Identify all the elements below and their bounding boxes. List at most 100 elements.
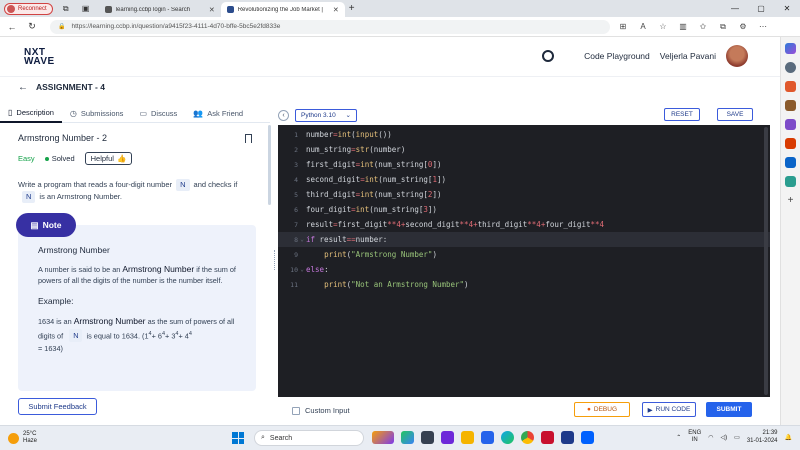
wifi-icon[interactable]: ◠: [708, 434, 713, 441]
collections-icon[interactable]: ⧉: [718, 22, 728, 32]
file-explorer-icon[interactable]: [461, 431, 474, 444]
panel-resize-handle[interactable]: [274, 250, 276, 270]
tab-discuss[interactable]: ▭ Discuss: [131, 105, 185, 123]
maximize-icon[interactable]: ▢: [748, 0, 774, 17]
description-scrollbar[interactable]: [268, 125, 271, 205]
dropbox-icon[interactable]: [581, 431, 594, 444]
notifications-icon[interactable]: 🔔: [785, 434, 792, 441]
task-view-icon[interactable]: [421, 431, 434, 444]
avatar[interactable]: [726, 45, 748, 67]
search-sidebar-icon[interactable]: [785, 62, 796, 73]
extensions-icon[interactable]: ⚙: [738, 22, 748, 32]
lens-icon[interactable]: [561, 431, 574, 444]
shopping-icon[interactable]: [785, 81, 796, 92]
favorites-icon[interactable]: ✩: [698, 22, 708, 32]
minimize-icon[interactable]: —: [722, 0, 748, 17]
custom-input-toggle[interactable]: Custom Input: [292, 406, 350, 415]
code-line: 3 first_digit=int(num_string[0]): [278, 157, 770, 172]
weather-widget[interactable]: 25°C Haze: [8, 431, 37, 445]
teams-icon[interactable]: [441, 431, 454, 444]
editor-scrollbar[interactable]: [764, 127, 768, 395]
back-arrow-icon[interactable]: ←: [18, 82, 28, 93]
chevron-up-icon[interactable]: ⌃: [676, 434, 681, 441]
custom-input-checkbox[interactable]: [292, 406, 300, 415]
tab-description[interactable]: ▯ Description: [0, 105, 62, 123]
tab-label: Description: [16, 108, 54, 117]
problem-text: Write a program that reads a four-digit …: [18, 179, 252, 203]
code-playground-link[interactable]: Code Playground: [584, 51, 650, 61]
add-sidebar-icon[interactable]: +: [785, 195, 796, 206]
language-indicator[interactable]: ENG IN: [688, 430, 701, 444]
fold-icon[interactable]: ⌄: [298, 236, 306, 243]
widget-art-icon[interactable]: [372, 431, 394, 444]
note-emphasis: Armstrong Number: [73, 316, 146, 326]
read-aloud-icon[interactable]: A: [638, 22, 648, 32]
favorite-star-icon[interactable]: ☆: [658, 22, 668, 32]
submit-button[interactable]: SUBMIT: [706, 402, 752, 417]
volume-icon[interactable]: ◁): [721, 434, 728, 441]
assignment-bar: ← ASSIGNMENT - 4: [0, 77, 780, 97]
browser-toolbar-icons: ⊞ A ☆ ▥ ✩ ⧉ ⚙ ⋯: [618, 22, 768, 32]
tab-actions-icon[interactable]: ▣: [79, 2, 93, 16]
friends-icon: 👥: [193, 109, 204, 118]
back-icon[interactable]: ←: [4, 22, 20, 32]
nxtwave-logo[interactable]: NXT WAVE: [24, 47, 55, 66]
code-chip: N: [69, 329, 83, 343]
browser-tab-search[interactable]: learning.ccbp login - Search ✕: [99, 2, 221, 17]
fold-icon[interactable]: ⌄: [298, 266, 306, 273]
code-editor[interactable]: 1 number=int(input()) 2 num_string=str(n…: [278, 125, 770, 397]
browser-tab-title: Revolutionizing the Job Market |: [237, 6, 323, 13]
close-tab-icon[interactable]: ✕: [333, 6, 339, 14]
line-number: 8: [294, 235, 298, 244]
reset-button[interactable]: RESET: [664, 108, 700, 121]
copilot-icon[interactable]: [785, 43, 796, 54]
bookmark-icon[interactable]: [245, 133, 252, 143]
close-window-icon[interactable]: ✕: [774, 0, 800, 17]
chrome-icon[interactable]: [521, 431, 534, 444]
refresh-icon[interactable]: ↻: [24, 21, 40, 32]
apps-grid-icon[interactable]: ⊞: [618, 22, 628, 32]
submit-feedback-button[interactable]: Submit Feedback: [18, 398, 97, 415]
tab-submissions[interactable]: ◷ Submissions: [62, 105, 132, 123]
tools-icon[interactable]: [785, 100, 796, 111]
copilot-taskbar-icon[interactable]: [401, 431, 414, 444]
note-pill: ▤ Note: [16, 213, 76, 237]
games-icon[interactable]: [785, 119, 796, 130]
debug-button[interactable]: ● DEBUG: [574, 402, 630, 417]
tab-ask-friend[interactable]: 👥 Ask Friend: [185, 105, 251, 123]
desc-text: and checks if: [193, 180, 238, 189]
save-button[interactable]: SAVE: [717, 108, 753, 121]
clock[interactable]: 21:39 31-01-2024: [747, 429, 778, 445]
language-select[interactable]: Python 3.10 ⌄: [295, 108, 357, 122]
note-text: 1634 is an: [38, 317, 72, 326]
note-heading: Armstrong Number: [38, 245, 110, 255]
language-value: Python 3.10: [301, 111, 336, 119]
reconnect-button[interactable]: Reconnect: [4, 2, 53, 15]
run-code-button[interactable]: ▶ RUN CODE: [642, 402, 696, 417]
office-icon[interactable]: [785, 138, 796, 149]
split-screen-icon[interactable]: ▥: [678, 22, 688, 32]
line-number: 7: [294, 220, 298, 229]
status-label: Solved: [51, 154, 75, 163]
more-icon[interactable]: ⋯: [758, 22, 768, 32]
desc-text: is an Armstrong Number.: [39, 192, 122, 201]
url-field[interactable]: 🔒 https://learning.ccbp.in/question/a941…: [50, 19, 610, 34]
code-text: else:: [306, 265, 329, 274]
workspaces-icon[interactable]: ⧉: [59, 2, 73, 16]
helpful-button[interactable]: Helpful 👍: [84, 152, 133, 165]
windows-taskbar: 25°C Haze ⌕ Search ⌃ ENG IN ◠ ◁) ▭ 21:39…: [0, 425, 800, 450]
battery-icon[interactable]: ▭: [734, 434, 740, 441]
collapse-panel-icon[interactable]: ‹: [278, 109, 289, 121]
close-tab-icon[interactable]: ✕: [209, 6, 215, 14]
edge-taskbar-icon[interactable]: [501, 431, 514, 444]
timer-icon[interactable]: [542, 50, 555, 62]
taskbar-search[interactable]: ⌕ Search: [254, 430, 364, 446]
mcafee-icon[interactable]: [541, 431, 554, 444]
store-icon[interactable]: [481, 431, 494, 444]
start-icon[interactable]: [232, 432, 244, 444]
new-tab-icon[interactable]: +: [349, 3, 355, 14]
send-icon[interactable]: [785, 176, 796, 187]
browser-tab-title: learning.ccbp login - Search: [115, 6, 191, 13]
browser-tab-active[interactable]: Revolutionizing the Job Market | ✕: [220, 2, 345, 17]
outlook-icon[interactable]: [785, 157, 796, 168]
